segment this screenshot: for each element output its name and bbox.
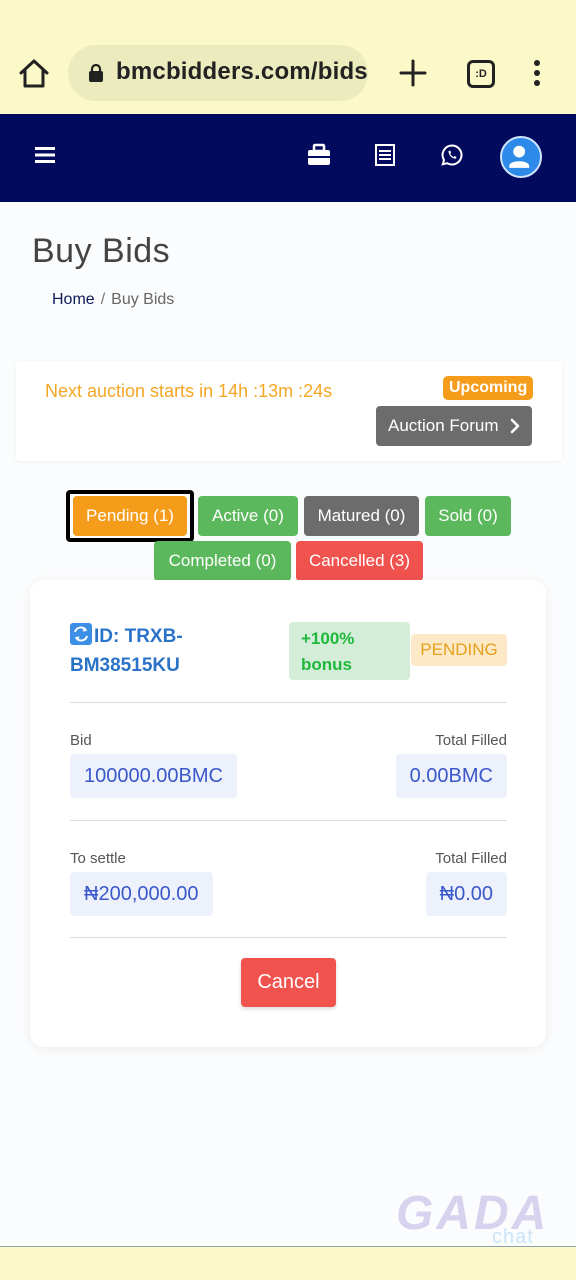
url-text: bmcbidders.com/bids [116,58,368,85]
lock-icon [89,64,103,82]
divider [70,820,507,821]
auction-forum-button[interactable]: Auction Forum [376,406,532,446]
plus-icon[interactable] [398,58,428,88]
tab-pending[interactable]: Pending (1) [73,496,187,536]
app-navbar [0,114,576,202]
tab-cancelled[interactable]: Cancelled (3) [296,541,423,581]
hamburger-icon[interactable] [32,142,58,168]
refresh-icon [70,623,92,645]
briefcase-icon[interactable] [306,143,332,167]
url-bar[interactable]: bmcbidders.com/bids [68,45,368,101]
divider [70,937,507,938]
total-filled-naira-amount: ₦0.00 [425,872,507,916]
whatsapp-icon[interactable] [440,143,464,167]
to-settle-label: To settle [70,850,126,867]
bid-id: ID: TRXB-BM38515KU [70,622,280,680]
bid-card: ID: TRXB-BM38515KU +100% bonus PENDING B… [30,580,546,1047]
total-filled-amount: 0.00BMC [395,754,507,798]
breadcrumb-separator: / [100,291,106,308]
tabs-icon[interactable]: :D [467,60,495,88]
browser-toolbar: bmcbidders.com/bids :D [0,0,576,114]
bonus-badge: +100% bonus [289,622,410,680]
chevron-right-icon [510,418,520,434]
breadcrumb-home-link[interactable]: Home [52,291,95,308]
breadcrumb: Home / Buy Bids [52,291,174,309]
auction-forum-label: Auction Forum [388,416,499,435]
breadcrumb-current: Buy Bids [111,291,175,308]
more-vert-icon[interactable] [527,58,547,88]
total-filled-naira-label: Total Filled [435,850,507,867]
ledger-icon[interactable] [374,143,396,167]
upcoming-badge: Upcoming [443,376,534,400]
divider [70,702,507,703]
bid-amount: 100000.00BMC [70,754,237,798]
auction-countdown-card: Next auction starts in 14h :13m :24s Upc… [16,361,562,461]
gada-chat-watermark: GADA chat [396,1186,546,1252]
auction-countdown-text: Next auction starts in 14h :13m :24s [45,381,333,401]
to-settle-amount: ₦200,000.00 [70,872,213,916]
cancel-button[interactable]: Cancel [241,958,336,1007]
tab-matured[interactable]: Matured (0) [304,496,419,536]
tab-active[interactable]: Active (0) [198,496,298,536]
status-badge: PENDING [411,634,507,666]
tab-sold[interactable]: Sold (0) [425,496,511,536]
bottom-browser-strip [0,1246,576,1280]
bid-label: Bid [70,732,92,749]
page-title: Buy Bids [32,232,171,270]
tab-completed[interactable]: Completed (0) [154,541,291,581]
user-avatar-icon[interactable] [500,136,542,178]
total-filled-label: Total Filled [435,732,507,749]
home-icon[interactable] [16,56,52,92]
